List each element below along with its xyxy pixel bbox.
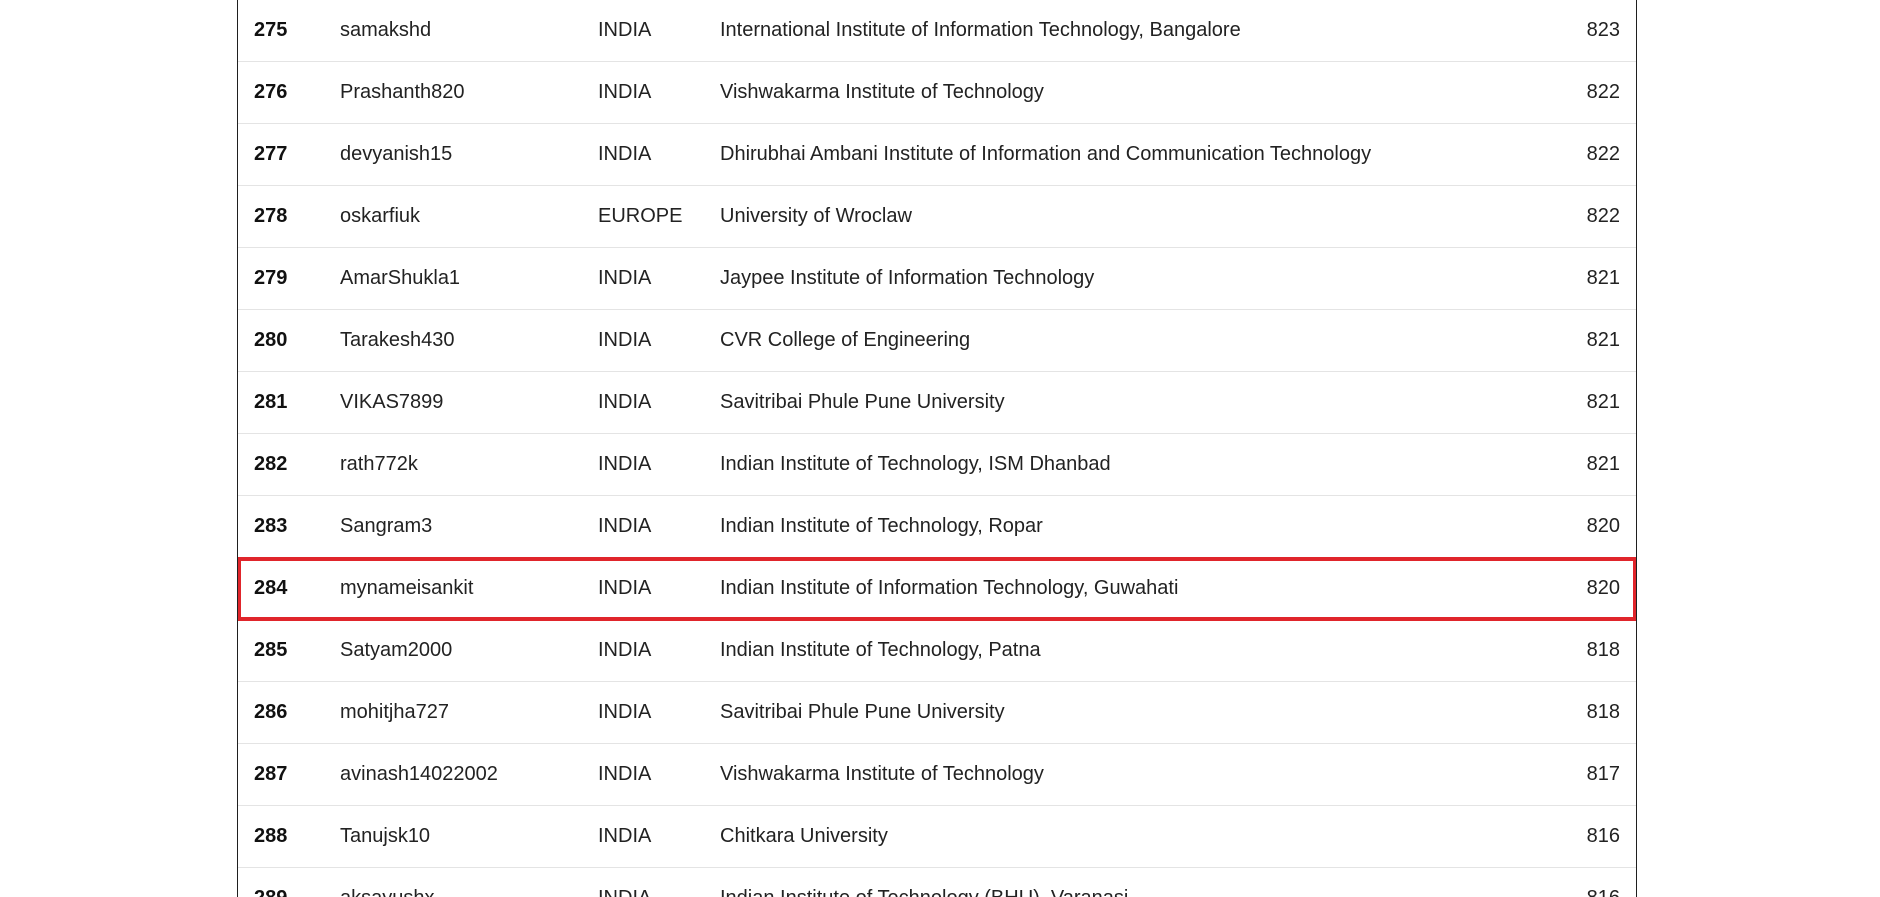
institution-cell: Dhirubhai Ambani Institute of Informatio… [720,143,1372,165]
rank-cell: 283 [254,515,288,537]
table-row[interactable]: 285 Satyam2000 INDIA Indian Institute of… [238,620,1636,682]
rank-cell: 287 [254,763,288,785]
country-cell: INDIA [598,701,652,723]
country-cell: INDIA [598,825,652,847]
username-cell[interactable]: Satyam2000 [340,639,452,662]
institution-cell: Indian Institute of Information Technolo… [720,577,1179,599]
table-row[interactable]: 287 avinash14022002 INDIA Vishwakarma In… [238,744,1636,806]
country-cell: INDIA [598,391,652,413]
username-cell[interactable]: VIKAS7899 [340,391,443,414]
table-row[interactable]: 275 samakshd INDIA International Institu… [238,0,1636,62]
leaderboard-table: 275 samakshd INDIA International Institu… [237,0,1637,897]
table-row[interactable]: 280 Tarakesh430 INDIA CVR College of Eng… [238,310,1636,372]
institution-cell: Jaypee Institute of Information Technolo… [720,267,1095,289]
rank-cell: 278 [254,205,288,227]
score-cell: 822 [1586,143,1620,165]
country-cell: INDIA [598,887,651,897]
table-row[interactable]: 283 Sangram3 INDIA Indian Institute of T… [238,496,1636,558]
institution-cell: Vishwakarma Institute of Technology [720,763,1044,785]
leaderboard-rows: 275 samakshd INDIA International Institu… [238,0,1636,897]
country-cell: INDIA [598,267,652,289]
username-cell[interactable]: Prashanth820 [340,81,465,104]
username-cell[interactable]: Tanujsk10 [340,825,430,848]
country-cell: INDIA [598,515,652,537]
institution-cell: CVR College of Engineering [720,329,971,351]
rank-cell: 282 [254,453,288,475]
username-cell[interactable]: Tarakesh430 [340,329,455,352]
username-cell[interactable]: Sangram3 [340,515,432,538]
institution-cell: Savitribai Phule Pune University [720,391,1005,413]
score-cell: 821 [1586,329,1620,351]
country-cell: EUROPE [598,205,683,227]
username-cell[interactable]: aksayushx [340,887,435,897]
score-cell: 821 [1586,453,1620,475]
rank-cell: 279 [254,267,288,289]
rank-cell: 276 [254,81,288,103]
score-cell: 821 [1586,267,1620,289]
score-cell: 821 [1586,391,1620,413]
username-cell[interactable]: samakshd [340,19,431,42]
rank-cell: 275 [254,19,288,41]
rank-cell: 281 [254,391,288,413]
institution-cell: Vishwakarma Institute of Technology [720,81,1044,103]
score-cell: 816 [1587,887,1620,897]
country-cell: INDIA [598,143,652,165]
score-cell: 820 [1586,577,1620,599]
username-cell[interactable]: avinash14022002 [340,763,498,786]
institution-cell: Indian Institute of Technology, ISM Dhan… [720,453,1111,475]
table-row[interactable]: 276 Prashanth820 INDIA Vishwakarma Insti… [238,62,1636,124]
username-cell[interactable]: mohitjha727 [340,701,449,724]
score-cell: 820 [1586,515,1620,537]
username-cell[interactable]: devyanish15 [340,143,452,166]
table-row[interactable]: 277 devyanish15 INDIA Dhirubhai Ambani I… [238,124,1636,186]
country-cell: INDIA [598,329,652,351]
institution-cell: International Institute of Information T… [720,19,1241,41]
rank-cell: 286 [254,701,288,723]
country-cell: INDIA [598,19,652,41]
institution-cell: Indian Institute of Technology, Ropar [720,515,1043,537]
rank-cell: 280 [254,329,288,351]
score-cell: 816 [1586,825,1620,847]
score-cell: 822 [1586,205,1620,227]
rank-cell: 277 [254,143,288,165]
username-cell[interactable]: AmarShukla1 [340,267,460,290]
institution-cell: Indian Institute of Technology (BHU), Va… [720,887,1128,897]
country-cell: INDIA [598,639,652,661]
username-cell[interactable]: mynameisankit [340,577,473,600]
username-cell[interactable]: oskarfiuk [340,205,420,228]
username-cell[interactable]: rath772k [340,453,418,476]
table-row[interactable]: 286 mohitjha727 INDIA Savitribai Phule P… [238,682,1636,744]
rank-cell: 289 [254,887,287,897]
institution-cell: University of Wroclaw [720,205,912,227]
country-cell: INDIA [598,577,652,599]
table-row[interactable]: 279 AmarShukla1 INDIA Jaypee Institute o… [238,248,1636,310]
institution-cell: Chitkara University [720,825,888,847]
rank-cell: 284 [254,577,288,599]
score-cell: 822 [1586,81,1620,103]
score-cell: 823 [1586,19,1620,41]
rank-cell: 288 [254,825,288,847]
score-cell: 818 [1586,639,1620,661]
table-row-highlighted[interactable]: 284 mynameisankit INDIA Indian Institute… [238,557,1636,621]
score-cell: 818 [1586,701,1620,723]
institution-cell: Indian Institute of Technology, Patna [720,639,1041,661]
table-row[interactable]: 278 oskarfiuk EUROPE University of Wrocl… [238,186,1636,248]
country-cell: INDIA [598,763,652,785]
score-cell: 817 [1586,763,1620,785]
table-row[interactable]: 289 aksayushx INDIA Indian Institute of … [238,868,1636,897]
table-row[interactable]: 282 rath772k INDIA Indian Institute of T… [238,434,1636,496]
table-row[interactable]: 288 Tanujsk10 INDIA Chitkara University … [238,806,1636,868]
country-cell: INDIA [598,453,652,475]
table-row[interactable]: 281 VIKAS7899 INDIA Savitribai Phule Pun… [238,372,1636,434]
rank-cell: 285 [254,639,288,661]
country-cell: INDIA [598,81,652,103]
institution-cell: Savitribai Phule Pune University [720,701,1005,723]
